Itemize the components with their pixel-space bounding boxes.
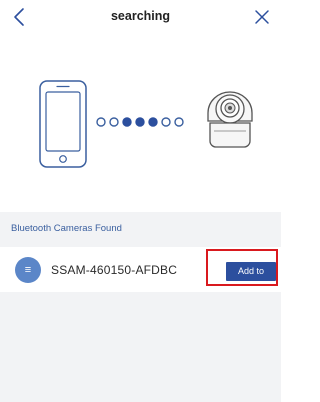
- empty-list-area: [0, 292, 281, 402]
- top-bar: searching: [0, 0, 281, 36]
- avatar: ≡: [15, 257, 41, 283]
- camera-icon: [207, 91, 253, 148]
- section-title: Bluetooth Cameras Found: [11, 223, 122, 234]
- pairing-illustration: [38, 75, 268, 175]
- section-header: Bluetooth Cameras Found: [0, 212, 281, 247]
- smartphone-icon: [39, 80, 87, 168]
- device-menu-icon: ≡: [24, 264, 32, 276]
- connection-dots: [96, 117, 184, 127]
- add-to-button[interactable]: Add to: [226, 262, 276, 281]
- device-name: SSAM-460150-AFDBC: [51, 263, 178, 277]
- close-icon: [255, 10, 269, 24]
- close-button[interactable]: [251, 6, 273, 28]
- page-title: searching: [110, 9, 171, 23]
